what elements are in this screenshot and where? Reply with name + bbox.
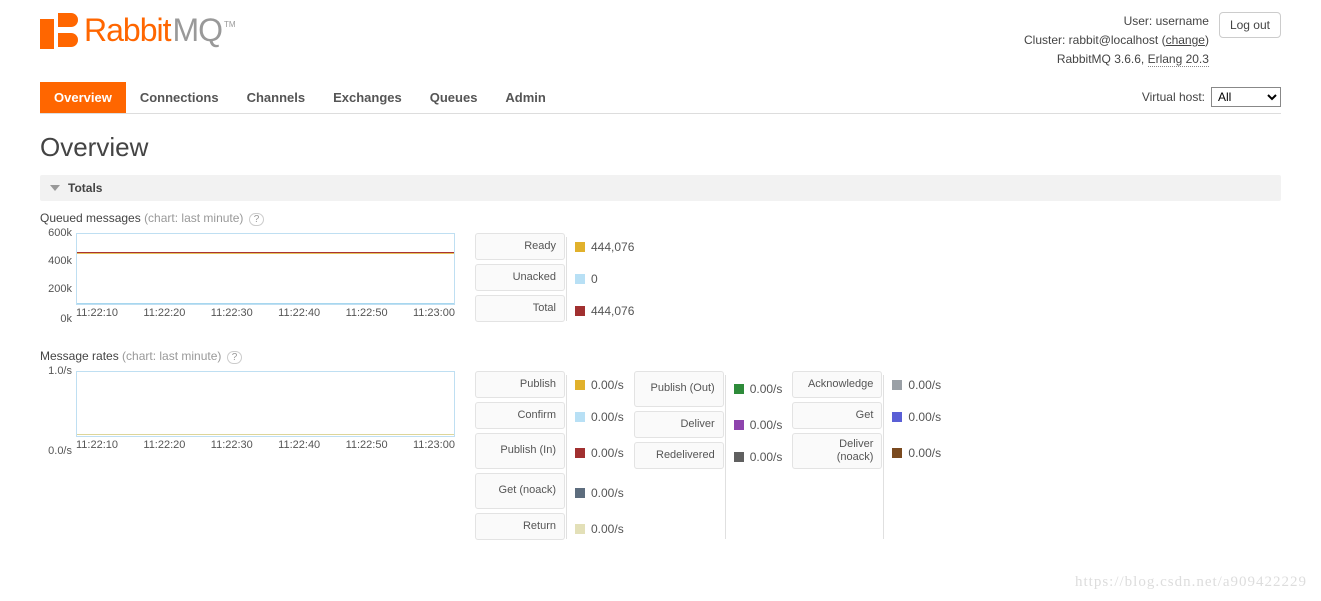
tab-overview[interactable]: Overview — [40, 82, 126, 113]
queued-messages-heading: Queued messages (chart: last minute) ? — [40, 211, 1281, 225]
xtick: 11:22:30 — [211, 439, 253, 451]
legend-value: 0.00/s — [591, 522, 624, 536]
legend-deliver-button[interactable]: Deliver — [634, 411, 724, 438]
ytick: 1.0/s — [40, 365, 72, 377]
swatch-icon — [734, 452, 744, 462]
ytick: 200k — [40, 283, 72, 295]
tab-exchanges[interactable]: Exchanges — [319, 82, 416, 113]
legend-value: 0.00/s — [591, 446, 624, 460]
help-icon[interactable]: ? — [249, 213, 265, 226]
legend-publish-button[interactable]: Publish — [475, 371, 565, 398]
main-nav: Overview Connections Channels Exchanges … — [40, 82, 1281, 114]
swatch-icon — [575, 448, 585, 458]
logo-text-2: MQ — [173, 12, 223, 49]
swatch-icon — [892, 448, 902, 458]
legend-publish-in-button[interactable]: Publish (In) — [475, 433, 565, 469]
xtick: 11:22:50 — [346, 307, 388, 319]
swatch-icon — [575, 242, 585, 252]
user-info: User: username Cluster: rabbit@localhost… — [1024, 12, 1209, 70]
swatch-icon — [892, 380, 902, 390]
page-title: Overview — [40, 132, 1281, 163]
xtick: 11:22:10 — [76, 307, 118, 319]
queued-messages-chart: 600k 400k 200k 0k 11:22:10 11:22:20 11:2… — [40, 233, 455, 319]
swatch-icon — [575, 274, 585, 284]
logo-tm: TM — [224, 20, 236, 29]
legend-value: 0.00/s — [591, 410, 624, 424]
legend-value: 0.00/s — [908, 410, 941, 424]
chevron-down-icon — [50, 185, 60, 191]
tab-channels[interactable]: Channels — [233, 82, 320, 113]
user-name: username — [1156, 14, 1209, 28]
legend-value: 0.00/s — [750, 382, 783, 396]
ytick: 0k — [40, 313, 72, 325]
logo-text-1: Rabbit — [84, 12, 171, 49]
swatch-icon — [575, 488, 585, 498]
cluster-label: Cluster: — [1024, 33, 1069, 47]
legend-value: 444,076 — [591, 304, 634, 318]
user-label: User: — [1124, 14, 1156, 28]
swatch-icon — [575, 524, 585, 534]
erlang-version[interactable]: Erlang 20.3 — [1148, 52, 1209, 67]
legend-total-button[interactable]: Total — [475, 295, 565, 322]
xtick: 11:23:00 — [413, 307, 455, 319]
legend-value: 444,076 — [591, 240, 634, 254]
swatch-icon — [734, 420, 744, 430]
queued-messages-title: Queued messages — [40, 211, 144, 225]
legend-value: 0 — [591, 272, 598, 286]
cluster-name: rabbit@localhost — [1069, 33, 1159, 47]
swatch-icon — [575, 412, 585, 422]
swatch-icon — [575, 380, 585, 390]
legend-value: 0.00/s — [591, 378, 624, 392]
rabbit-version: RabbitMQ 3.6.6 — [1057, 52, 1141, 66]
watermark: https://blog.csdn.net/a909422229 — [1075, 574, 1307, 591]
logo[interactable]: Rabbit MQ TM — [40, 12, 236, 49]
section-totals[interactable]: Totals — [40, 175, 1281, 201]
tab-connections[interactable]: Connections — [126, 82, 233, 113]
swatch-icon — [892, 412, 902, 422]
legend-deliver-noack-button[interactable]: Deliver (noack) — [792, 433, 882, 469]
xtick: 11:23:00 — [413, 439, 455, 451]
swatch-icon — [734, 384, 744, 394]
xtick: 11:22:40 — [278, 439, 320, 451]
tab-admin[interactable]: Admin — [491, 82, 559, 113]
legend-value: 0.00/s — [750, 418, 783, 432]
legend-value: 0.00/s — [908, 446, 941, 460]
legend-confirm-button[interactable]: Confirm — [475, 402, 565, 429]
legend-acknowledge-button[interactable]: Acknowledge — [792, 371, 882, 398]
tab-queues[interactable]: Queues — [416, 82, 492, 113]
legend-return-button[interactable]: Return — [475, 513, 565, 540]
xtick: 11:22:50 — [346, 439, 388, 451]
queued-messages-hint: (chart: last minute) — [144, 211, 247, 225]
message-rates-heading: Message rates (chart: last minute) ? — [40, 349, 1281, 363]
xtick: 11:22:10 — [76, 439, 118, 451]
logout-button[interactable]: Log out — [1219, 12, 1281, 38]
ytick: 600k — [40, 227, 72, 239]
change-link[interactable]: change — [1166, 33, 1205, 47]
section-totals-title: Totals — [68, 181, 102, 195]
ytick: 0.0/s — [40, 445, 72, 457]
xtick: 11:22:20 — [143, 439, 185, 451]
swatch-icon — [575, 306, 585, 316]
xtick: 11:22:40 — [278, 307, 320, 319]
legend-ready-button[interactable]: Ready — [475, 233, 565, 260]
xtick: 11:22:30 — [211, 307, 253, 319]
message-rates-hint: (chart: last minute) — [122, 349, 225, 363]
legend-unacked-button[interactable]: Unacked — [475, 264, 565, 291]
vhost-label: Virtual host: — [1142, 90, 1205, 104]
rabbit-icon — [40, 13, 82, 49]
legend-publish-out-button[interactable]: Publish (Out) — [634, 371, 724, 407]
help-icon[interactable]: ? — [227, 351, 243, 364]
legend-value: 0.00/s — [591, 486, 624, 500]
message-rates-title: Message rates — [40, 349, 122, 363]
message-rates-chart: 1.0/s 0.0/s 11:22:10 11:22:20 11:22:30 1… — [40, 371, 455, 451]
legend-value: 0.00/s — [908, 378, 941, 392]
legend-value: 0.00/s — [750, 450, 783, 464]
legend-get-button[interactable]: Get — [792, 402, 882, 429]
vhost-select[interactable]: All — [1211, 87, 1281, 107]
ytick: 400k — [40, 255, 72, 267]
legend-redelivered-button[interactable]: Redelivered — [634, 442, 724, 469]
xtick: 11:22:20 — [143, 307, 185, 319]
legend-get-noack-button[interactable]: Get (noack) — [475, 473, 565, 509]
